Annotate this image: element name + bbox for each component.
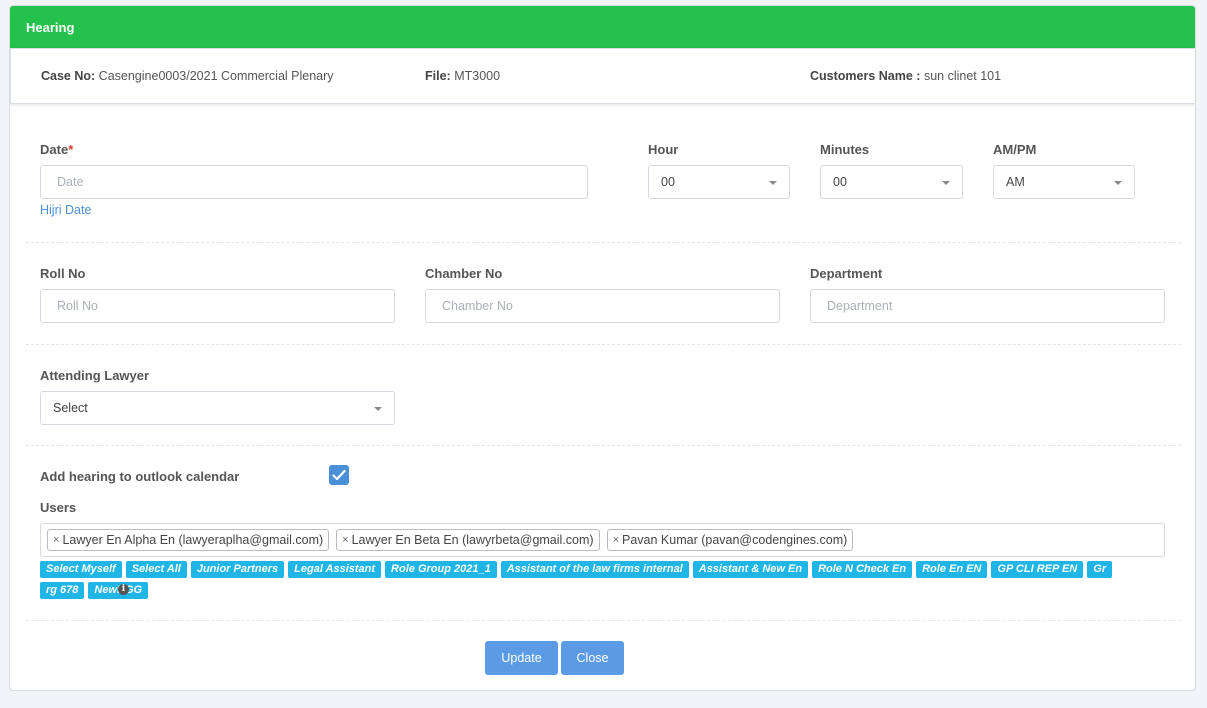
group-tag[interactable]: Legal Assistant bbox=[288, 561, 382, 578]
remove-chip-icon[interactable]: × bbox=[53, 534, 59, 546]
user-chip: × Lawyer En Beta En (lawyrbeta@gmail.com… bbox=[336, 529, 600, 551]
chamber-no-input[interactable]: Chamber No bbox=[425, 289, 780, 323]
panel-title: Hearing bbox=[10, 6, 1195, 48]
customer-info: Customers Name : sun clinet 101 bbox=[810, 69, 1001, 83]
outlook-calendar-checkbox[interactable] bbox=[329, 465, 349, 485]
file-value: MT3000 bbox=[454, 69, 501, 83]
attending-lawyer-label: Attending Lawyer bbox=[40, 368, 150, 383]
roll-no-input[interactable]: Roll No bbox=[40, 289, 395, 323]
minutes-label: Minutes bbox=[820, 142, 870, 157]
group-tag[interactable]: Assistant of the law firms internal bbox=[500, 561, 689, 578]
group-tag[interactable]: rg 678 bbox=[40, 582, 85, 599]
outlook-calendar-label: Add hearing to outlook calendar bbox=[40, 469, 240, 484]
close-button[interactable]: Close bbox=[561, 641, 624, 675]
user-chip-label: Pavan Kumar (pavan@codengines.com) bbox=[622, 533, 848, 547]
ampm-value: AM bbox=[1006, 175, 1025, 189]
minutes-select[interactable]: 00 bbox=[820, 165, 963, 199]
customer-label: Customers Name : bbox=[810, 69, 921, 83]
group-tag[interactable]: Junior Partners bbox=[190, 561, 285, 578]
group-tag[interactable]: Role N Check En bbox=[812, 561, 913, 578]
customer-value: sun clinet 101 bbox=[923, 69, 1002, 83]
users-multiselect[interactable]: × Lawyer En Alpha En (lawyeraplha@gmail.… bbox=[40, 523, 1165, 557]
user-chip-label: Lawyer En Alpha En (lawyeraplha@gmail.co… bbox=[62, 533, 324, 547]
check-icon bbox=[332, 469, 346, 481]
chevron-down-icon bbox=[942, 181, 950, 185]
date-input[interactable]: Date bbox=[40, 165, 588, 199]
chevron-down-icon bbox=[374, 407, 382, 411]
section-divider bbox=[26, 344, 1181, 345]
remove-chip-icon[interactable]: × bbox=[342, 534, 348, 546]
case-number-label: Case No: bbox=[41, 69, 96, 83]
update-button[interactable]: Update bbox=[485, 641, 558, 675]
chevron-down-icon bbox=[769, 181, 777, 185]
date-label: Date* bbox=[40, 142, 73, 157]
required-marker: * bbox=[68, 142, 74, 157]
section-divider bbox=[26, 445, 1181, 446]
date-label-text: Date bbox=[40, 142, 69, 157]
case-number-value: Casengine0003/2021 Commercial Plenary bbox=[98, 69, 334, 83]
info-icon[interactable]: i bbox=[118, 584, 129, 595]
department-label: Department bbox=[810, 266, 883, 281]
group-tag[interactable]: GP CLI REP EN bbox=[991, 561, 1084, 578]
roll-no-label: Roll No bbox=[40, 266, 86, 281]
minutes-value: 00 bbox=[833, 175, 847, 189]
group-tag[interactable]: Assistant & New En bbox=[692, 561, 809, 578]
user-chip: × Pavan Kumar (pavan@codengines.com) bbox=[606, 529, 854, 551]
hijri-date-link[interactable]: Hijri Date bbox=[40, 203, 91, 217]
hour-value: 00 bbox=[661, 175, 675, 189]
user-chip-label: Lawyer En Beta En (lawyrbeta@gmail.com) bbox=[351, 533, 594, 547]
user-group-tags: Select Myself Select All Junior Partners… bbox=[40, 561, 1120, 599]
hearing-panel: Hearing Case No: Casengine0003/2021 Comm… bbox=[9, 5, 1196, 691]
select-all-tag[interactable]: Select All bbox=[125, 561, 187, 578]
chevron-down-icon bbox=[1114, 181, 1122, 185]
hour-select[interactable]: 00 bbox=[648, 165, 790, 199]
file-label: File: bbox=[425, 69, 451, 83]
hour-label: Hour bbox=[648, 142, 679, 157]
select-myself-tag[interactable]: Select Myself bbox=[40, 561, 122, 578]
users-label: Users bbox=[40, 500, 77, 515]
department-input[interactable]: Department bbox=[810, 289, 1165, 323]
ampm-label: AM/PM bbox=[993, 142, 1037, 157]
file-info: File: MT3000 bbox=[425, 69, 500, 83]
attending-lawyer-value: Select bbox=[53, 401, 88, 415]
ampm-select[interactable]: AM bbox=[993, 165, 1135, 199]
section-divider bbox=[26, 242, 1181, 243]
group-tag[interactable]: Role Group 2021_1 bbox=[385, 561, 497, 578]
case-number-info: Case No: Casengine0003/2021 Commercial P… bbox=[41, 69, 334, 83]
case-info-bar: Case No: Casengine0003/2021 Commercial P… bbox=[10, 48, 1195, 104]
chamber-no-label: Chamber No bbox=[425, 266, 503, 281]
attending-lawyer-select[interactable]: Select bbox=[40, 391, 395, 425]
section-divider bbox=[26, 620, 1181, 621]
remove-chip-icon[interactable]: × bbox=[613, 534, 619, 546]
group-tag[interactable]: Gr bbox=[1087, 561, 1113, 578]
group-tag[interactable]: Role En EN bbox=[916, 561, 988, 578]
user-chip: × Lawyer En Alpha En (lawyeraplha@gmail.… bbox=[47, 529, 330, 551]
